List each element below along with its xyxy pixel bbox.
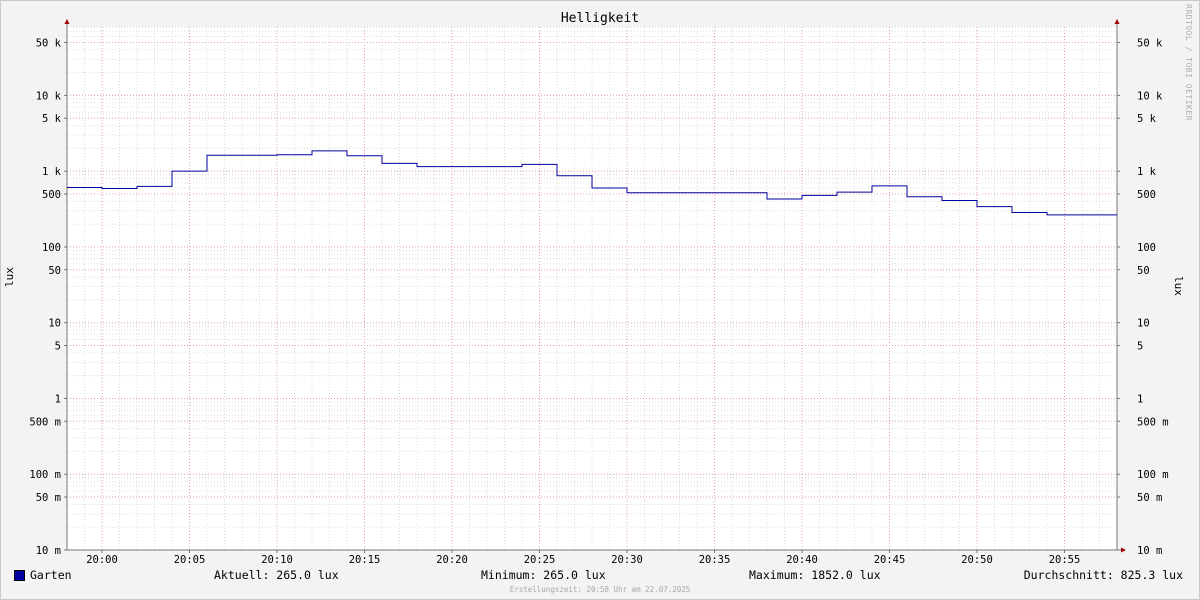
x-tick-label: 20:30 bbox=[611, 554, 643, 566]
y-tick-label-right: 5 bbox=[1137, 341, 1143, 353]
creation-time-footer: Erstellungszeit: 20:58 Uhr am 22.07.2025 bbox=[509, 585, 691, 594]
y-tick-label-right: 10 k bbox=[1137, 90, 1163, 102]
stat-average: Durchschnitt: 825.3 lux bbox=[1023, 568, 1183, 582]
x-tick-label: 20:15 bbox=[349, 554, 381, 566]
y-tick-label-left: 50 m bbox=[36, 492, 61, 504]
y-tick-label-left: 100 m bbox=[29, 469, 61, 481]
y-tick-label-left: 10 bbox=[48, 318, 61, 330]
y-tick-label-right: 5 k bbox=[1137, 113, 1157, 125]
y-tick-label-right: 50 bbox=[1137, 265, 1150, 277]
x-tick-label: 20:35 bbox=[699, 554, 731, 566]
y-tick-label-left: 5 k bbox=[42, 113, 62, 125]
legend: Garten Aktuell: 265.0 lux Minimum: 265.0… bbox=[0, 568, 1200, 584]
y-tick-label-right: 50 k bbox=[1137, 37, 1163, 49]
y-axis-arrow-right bbox=[1114, 19, 1120, 24]
legend-swatch-garten bbox=[14, 570, 25, 581]
y-axis-arrow-left bbox=[64, 19, 70, 24]
y-tick-label-right: 500 m bbox=[1137, 416, 1169, 428]
y-tick-label-right: 10 bbox=[1137, 318, 1150, 330]
x-tick-label: 20:55 bbox=[1049, 554, 1081, 566]
x-tick-label: 20:10 bbox=[261, 554, 293, 566]
x-tick-label: 20:40 bbox=[786, 554, 818, 566]
x-tick-label: 20:05 bbox=[174, 554, 206, 566]
x-tick-label: 20:50 bbox=[961, 554, 993, 566]
x-tick-label: 20:45 bbox=[874, 554, 906, 566]
y-tick-label-right: 100 m bbox=[1137, 469, 1169, 481]
x-tick-label: 20:00 bbox=[86, 554, 118, 566]
stat-maximum: Maximum: 1852.0 lux bbox=[749, 568, 881, 582]
y-tick-label-right: 1 bbox=[1137, 393, 1143, 405]
y-tick-label-left: 10 m bbox=[36, 545, 61, 557]
y-tick-label-left: 500 bbox=[42, 189, 61, 201]
y-tick-label-left: 1 k bbox=[42, 166, 62, 178]
y-tick-label-left: 10 k bbox=[36, 90, 62, 102]
minor-grid bbox=[66, 26, 1118, 551]
y-tick-label-right: 50 m bbox=[1137, 492, 1162, 504]
y-tick-label-left: 5 bbox=[55, 341, 61, 353]
y-tick-label-right: 1 k bbox=[1137, 166, 1157, 178]
y-tick-label-right: 10 m bbox=[1137, 545, 1162, 557]
x-axis-arrow bbox=[1121, 547, 1126, 553]
y-tick-label-left: 50 bbox=[48, 265, 61, 277]
stat-minimum: Minimum: 265.0 lux bbox=[481, 568, 606, 582]
y-tick-label-left: 50 k bbox=[36, 37, 62, 49]
plot-area: 50 k 50 k 10 k 10 k 5 k 5 k 1 k 1 k 500 500 100 100… bbox=[29, 19, 1169, 566]
legend-series-name: Garten bbox=[30, 568, 72, 582]
y-tick-label-left: 500 m bbox=[29, 416, 61, 428]
x-tick-label: 20:20 bbox=[436, 554, 468, 566]
stat-current: Aktuell: 265.0 lux bbox=[214, 568, 339, 582]
y-tick-label-left: 100 bbox=[42, 242, 61, 254]
y-tick-label-right: 500 bbox=[1137, 189, 1156, 201]
x-tick-label: 20:25 bbox=[524, 554, 556, 566]
y-tick-label-right: 100 bbox=[1137, 242, 1156, 254]
y-tick-label-left: 1 bbox=[55, 393, 61, 405]
